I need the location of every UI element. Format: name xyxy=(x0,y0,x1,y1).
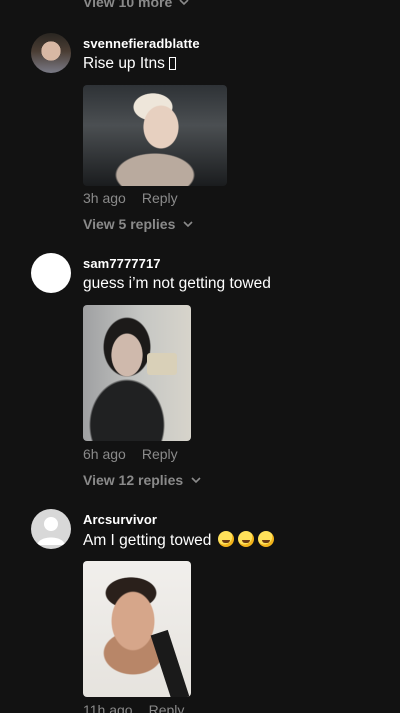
comment-username[interactable]: sam7777717 xyxy=(83,256,161,271)
comment-time: 11h ago xyxy=(83,702,133,713)
missing-glyph-icon xyxy=(168,57,176,70)
comments-panel: View 10 more svennefieradblatte Rise up … xyxy=(0,0,400,713)
comment-meta: 6h ago Reply xyxy=(83,446,178,462)
bag-strap-in-photo xyxy=(150,629,190,697)
comment-meta: 11h ago Reply xyxy=(83,702,184,713)
comment-text-value: Rise up Itns xyxy=(83,55,165,72)
comment-username[interactable]: Arcsurvivor xyxy=(83,512,157,527)
view-replies-label: View 12 replies xyxy=(83,472,184,488)
comment-meta: 3h ago Reply xyxy=(83,190,178,206)
view-more-label: View 10 more xyxy=(83,0,173,10)
comment-time: 6h ago xyxy=(83,446,126,462)
emoji-group xyxy=(217,531,274,547)
avatar[interactable] xyxy=(31,33,71,73)
reply-button[interactable]: Reply xyxy=(142,190,178,206)
comment-image[interactable] xyxy=(83,305,191,441)
comment-text: Rise up Itns xyxy=(83,55,176,73)
comment-image[interactable] xyxy=(83,561,191,697)
avatar[interactable] xyxy=(31,509,71,549)
phone-in-photo xyxy=(147,353,177,375)
chevron-down-icon xyxy=(183,221,193,228)
rolling-on-floor-laughing-icon xyxy=(237,531,254,547)
rolling-on-floor-laughing-icon xyxy=(217,531,234,547)
comment-image[interactable] xyxy=(83,85,227,186)
comment-text: guess i’m not getting towed xyxy=(83,275,271,292)
comment-time: 3h ago xyxy=(83,190,126,206)
view-replies-label: View 5 replies xyxy=(83,216,176,232)
reply-button[interactable]: Reply xyxy=(149,702,185,713)
view-more-button[interactable]: View 10 more xyxy=(83,0,190,10)
view-replies-button[interactable]: View 12 replies xyxy=(83,472,202,488)
default-user-icon xyxy=(37,517,65,545)
rolling-on-floor-laughing-icon xyxy=(257,531,274,547)
reply-button[interactable]: Reply xyxy=(142,446,178,462)
avatar[interactable] xyxy=(31,253,71,293)
comment-username[interactable]: svennefieradblatte xyxy=(83,36,200,51)
view-replies-button[interactable]: View 5 replies xyxy=(83,216,194,232)
comment-text: Am I getting towed xyxy=(83,531,274,550)
comment-text-value: Am I getting towed xyxy=(83,532,212,549)
chevron-down-icon xyxy=(191,477,201,484)
chevron-down-icon xyxy=(179,0,189,6)
